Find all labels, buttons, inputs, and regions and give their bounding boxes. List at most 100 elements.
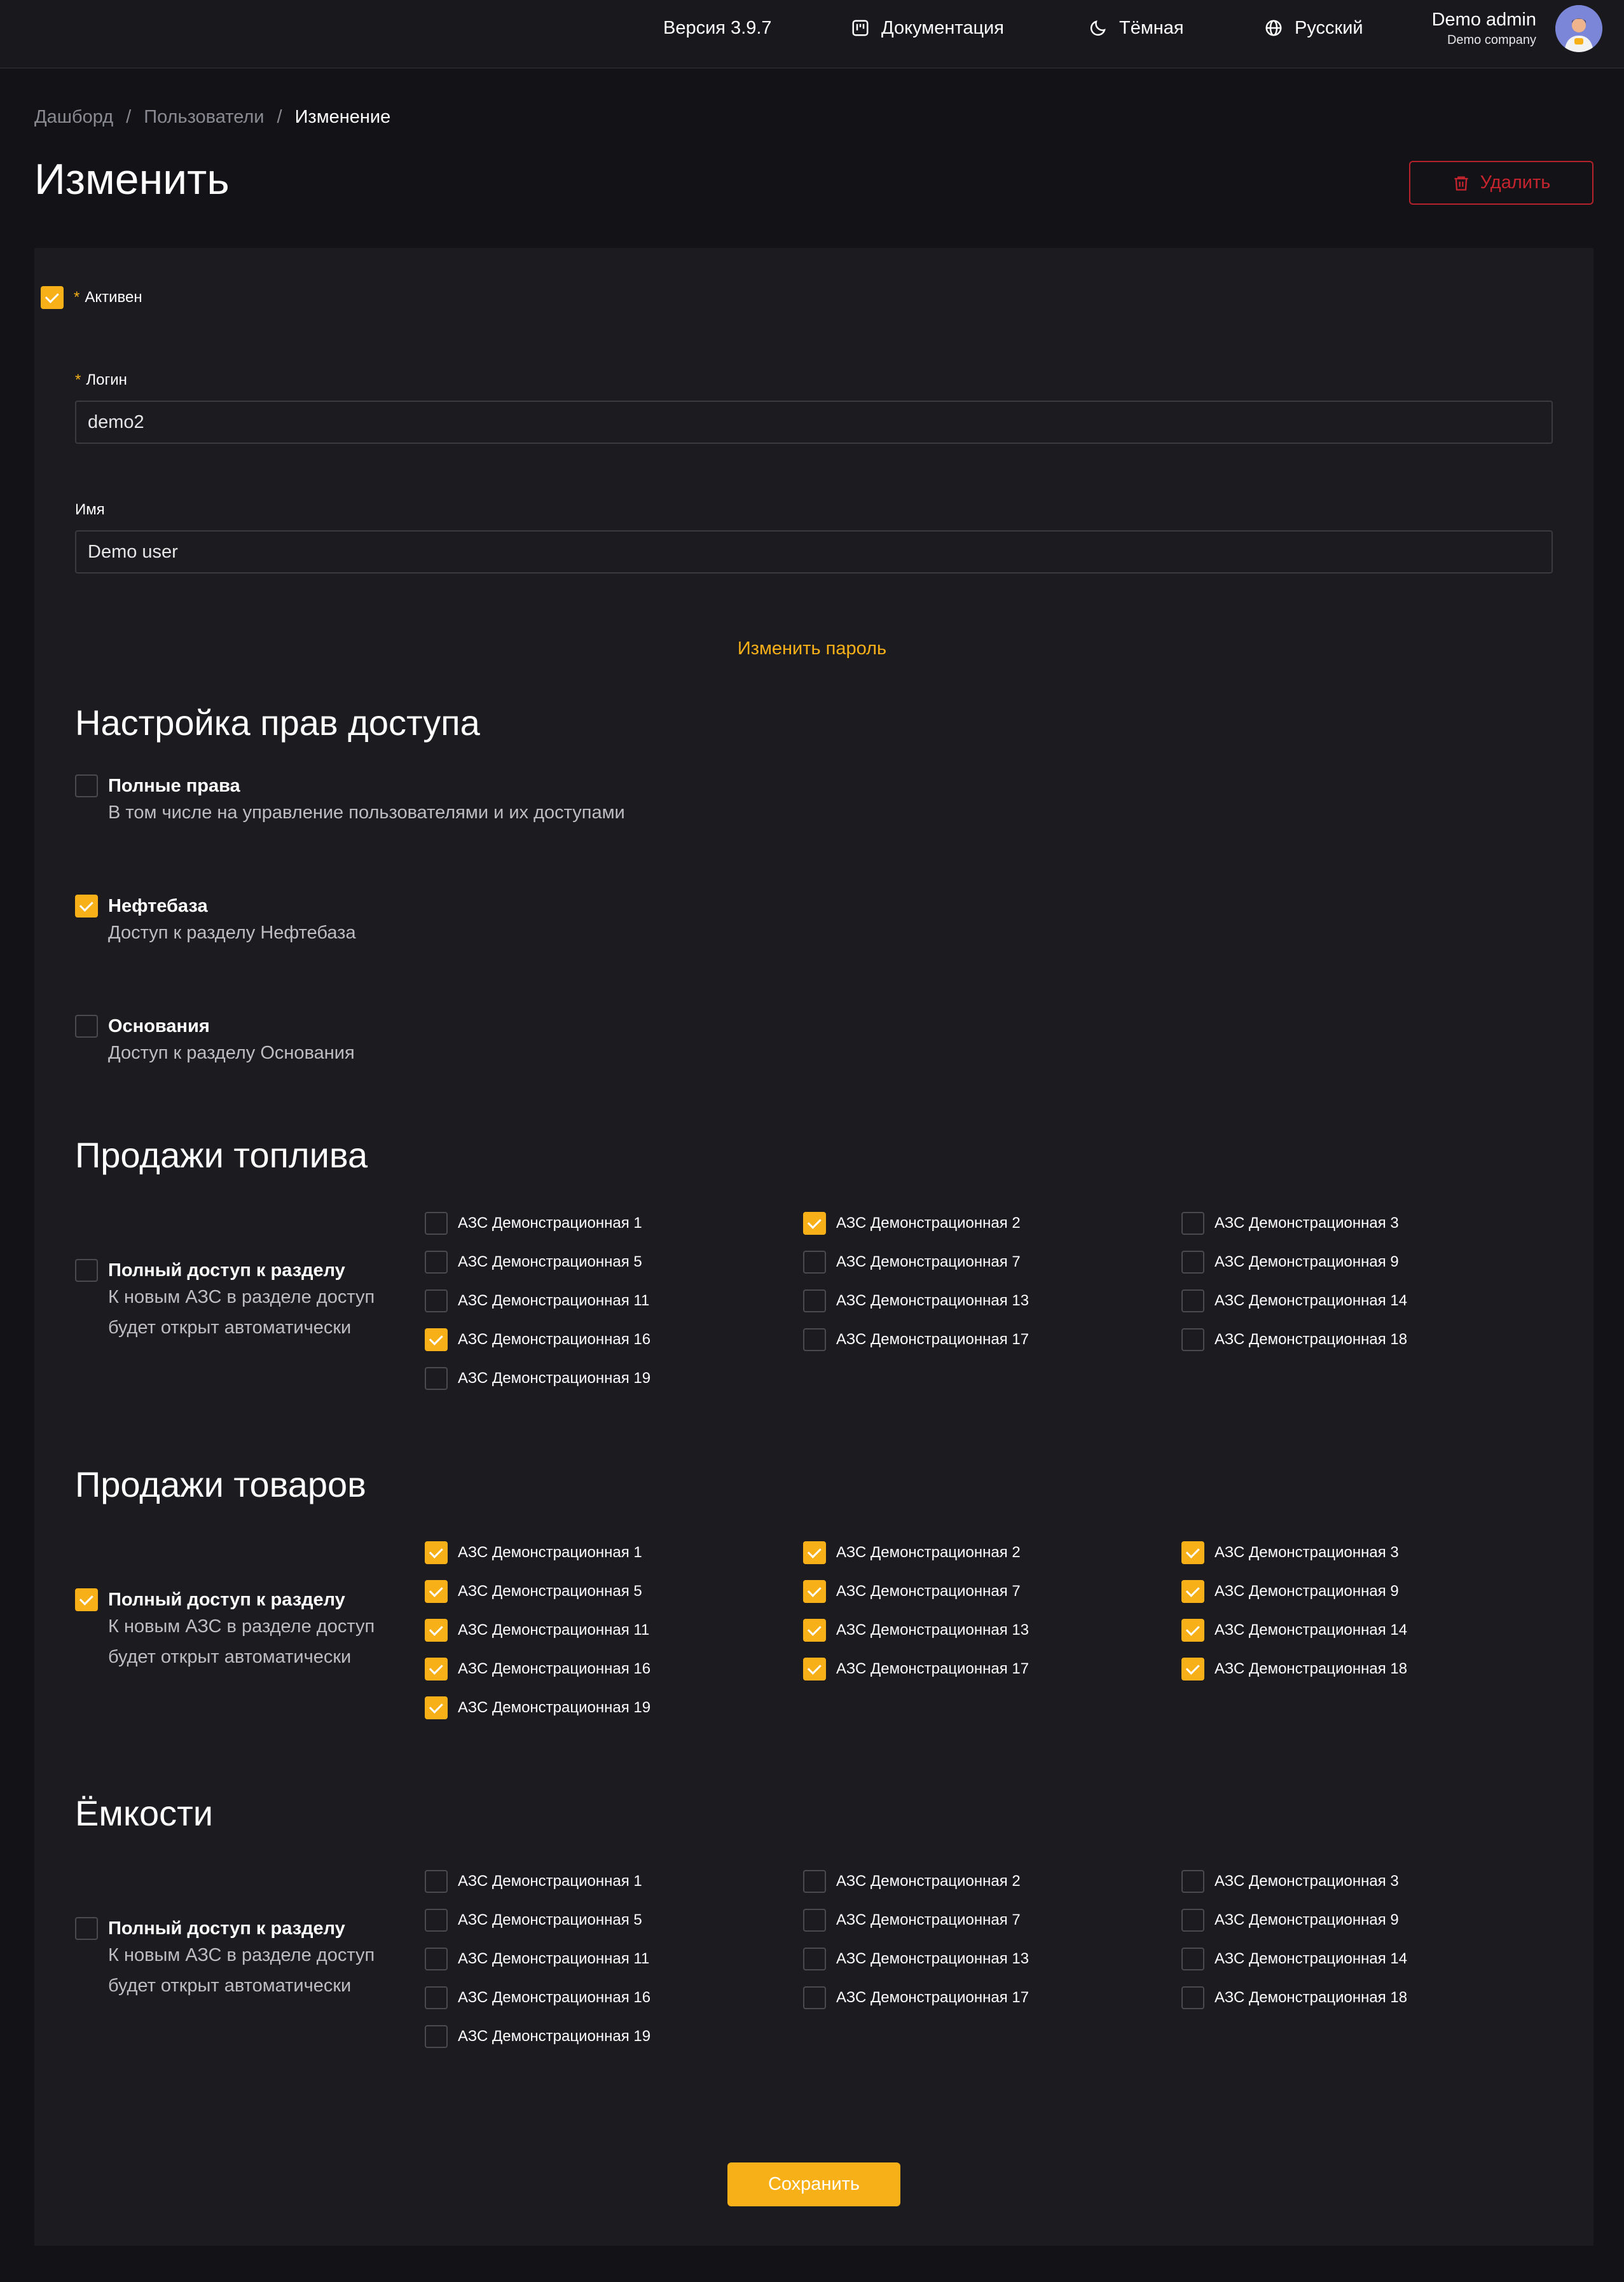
station-checkbox-item[interactable]: АЗС Демонстрационная 5 [425, 1251, 642, 1274]
station-checkbox-item[interactable]: АЗС Демонстрационная 17 [803, 1328, 1029, 1351]
station-checkbox-item[interactable]: АЗС Демонстрационная 16 [425, 1986, 650, 2009]
station-checkbox[interactable] [1181, 1870, 1204, 1893]
station-checkbox-item[interactable]: АЗС Демонстрационная 17 [803, 1986, 1029, 2009]
station-checkbox-item[interactable]: АЗС Демонстрационная 16 [425, 1328, 650, 1351]
full-rights-checkbox[interactable] [75, 774, 98, 797]
station-checkbox[interactable] [1181, 1289, 1204, 1312]
grounds-checkbox[interactable] [75, 1015, 98, 1038]
language-select[interactable]: Русский [1264, 0, 1363, 56]
login-input[interactable] [75, 401, 1553, 444]
station-checkbox-item[interactable]: АЗС Демонстрационная 18 [1181, 1658, 1407, 1681]
station-checkbox-item[interactable]: АЗС Демонстрационная 19 [425, 2025, 650, 2048]
permission-grounds[interactable]: Основания Доступ к разделу Основания [75, 1015, 355, 1068]
full-access-row[interactable]: Полный доступ к разделу К новым АЗС в раз… [75, 1588, 375, 1672]
station-checkbox[interactable] [425, 1289, 448, 1312]
station-checkbox-item[interactable]: АЗС Демонстрационная 13 [803, 1289, 1029, 1312]
station-checkbox-item[interactable]: АЗС Демонстрационная 14 [1181, 1619, 1407, 1642]
full-access-row[interactable]: Полный доступ к разделу К новым АЗС в раз… [75, 1917, 375, 2001]
station-checkbox-item[interactable]: АЗС Демонстрационная 17 [803, 1658, 1029, 1681]
station-checkbox-item[interactable]: АЗС Демонстрационная 7 [803, 1580, 1021, 1603]
station-checkbox[interactable] [1181, 1986, 1204, 2009]
station-checkbox-item[interactable]: АЗС Демонстрационная 19 [425, 1367, 650, 1390]
station-checkbox[interactable] [425, 1251, 448, 1274]
station-checkbox-item[interactable]: АЗС Демонстрационная 2 [803, 1870, 1021, 1893]
station-checkbox-item[interactable]: АЗС Демонстрационная 14 [1181, 1289, 1407, 1312]
station-checkbox[interactable] [803, 1870, 826, 1893]
documentation-link[interactable]: Документация [851, 0, 1004, 56]
station-checkbox-item[interactable]: АЗС Демонстрационная 3 [1181, 1212, 1399, 1235]
avatar[interactable] [1555, 5, 1602, 52]
station-checkbox[interactable] [1181, 1541, 1204, 1564]
station-checkbox-item[interactable]: АЗС Демонстрационная 13 [803, 1619, 1029, 1642]
full-access-checkbox[interactable] [75, 1259, 98, 1282]
station-checkbox[interactable] [803, 1986, 826, 2009]
station-checkbox[interactable] [425, 1619, 448, 1642]
station-checkbox[interactable] [1181, 1328, 1204, 1351]
station-checkbox-item[interactable]: АЗС Демонстрационная 11 [425, 1619, 649, 1642]
station-checkbox-item[interactable]: АЗС Демонстрационная 16 [425, 1658, 650, 1681]
station-checkbox[interactable] [425, 1658, 448, 1681]
station-checkbox[interactable] [425, 1986, 448, 2009]
station-checkbox[interactable] [425, 1870, 448, 1893]
station-checkbox[interactable] [1181, 1212, 1204, 1235]
theme-toggle[interactable]: Тёмная [1089, 0, 1184, 56]
station-checkbox[interactable] [425, 1367, 448, 1390]
station-checkbox-item[interactable]: АЗС Демонстрационная 7 [803, 1909, 1021, 1932]
active-checkbox[interactable] [41, 286, 64, 309]
station-checkbox-item[interactable]: АЗС Демонстрационная 2 [803, 1212, 1021, 1235]
full-access-checkbox[interactable] [75, 1588, 98, 1611]
station-checkbox[interactable] [425, 1580, 448, 1603]
station-checkbox-item[interactable]: АЗС Демонстрационная 13 [803, 1948, 1029, 1970]
station-checkbox[interactable] [803, 1328, 826, 1351]
name-input[interactable] [75, 530, 1553, 574]
station-checkbox-item[interactable]: АЗС Демонстрационная 9 [1181, 1251, 1399, 1274]
full-access-checkbox[interactable] [75, 1917, 98, 1940]
station-checkbox[interactable] [425, 1948, 448, 1970]
station-checkbox[interactable] [803, 1619, 826, 1642]
station-checkbox[interactable] [1181, 1658, 1204, 1681]
station-checkbox[interactable] [1181, 1948, 1204, 1970]
breadcrumb-users[interactable]: Пользователи [144, 107, 264, 128]
station-checkbox-item[interactable]: АЗС Демонстрационная 11 [425, 1289, 649, 1312]
station-checkbox[interactable] [803, 1948, 826, 1970]
station-checkbox[interactable] [1181, 1619, 1204, 1642]
station-checkbox[interactable] [425, 1696, 448, 1719]
station-checkbox[interactable] [1181, 1251, 1204, 1274]
save-button[interactable]: Сохранить [727, 2162, 900, 2206]
station-checkbox-item[interactable]: АЗС Демонстрационная 9 [1181, 1580, 1399, 1603]
user-menu[interactable]: Demo admin Demo company [1432, 5, 1602, 52]
station-checkbox[interactable] [803, 1289, 826, 1312]
station-checkbox-item[interactable]: АЗС Демонстрационная 19 [425, 1696, 650, 1719]
station-checkbox-item[interactable]: АЗС Демонстрационная 3 [1181, 1541, 1399, 1564]
station-checkbox-item[interactable]: АЗС Демонстрационная 9 [1181, 1909, 1399, 1932]
station-checkbox-item[interactable]: АЗС Демонстрационная 5 [425, 1909, 642, 1932]
full-access-row[interactable]: Полный доступ к разделу К новым АЗС в раз… [75, 1259, 375, 1343]
permission-oil-depot[interactable]: Нефтебаза Доступ к разделу Нефтебаза [75, 895, 356, 948]
station-checkbox-item[interactable]: АЗС Демонстрационная 18 [1181, 1328, 1407, 1351]
change-password-link[interactable]: Изменить пароль [0, 638, 1624, 659]
station-checkbox[interactable] [803, 1658, 826, 1681]
station-checkbox[interactable] [1181, 1580, 1204, 1603]
station-checkbox[interactable] [425, 1909, 448, 1932]
station-checkbox-item[interactable]: АЗС Демонстрационная 3 [1181, 1870, 1399, 1893]
station-checkbox-item[interactable]: АЗС Демонстрационная 11 [425, 1948, 649, 1970]
delete-button[interactable]: Удалить [1409, 161, 1593, 205]
station-checkbox[interactable] [425, 1541, 448, 1564]
station-checkbox[interactable] [425, 1212, 448, 1235]
station-checkbox[interactable] [803, 1212, 826, 1235]
oil-depot-checkbox[interactable] [75, 895, 98, 918]
station-checkbox[interactable] [425, 2025, 448, 2048]
station-checkbox-item[interactable]: АЗС Демонстрационная 1 [425, 1870, 642, 1893]
station-checkbox-item[interactable]: АЗС Демонстрационная 1 [425, 1212, 642, 1235]
station-checkbox[interactable] [803, 1251, 826, 1274]
station-checkbox-item[interactable]: АЗС Демонстрационная 1 [425, 1541, 642, 1564]
station-checkbox-item[interactable]: АЗС Демонстрационная 5 [425, 1580, 642, 1603]
station-checkbox[interactable] [1181, 1909, 1204, 1932]
permission-full-rights[interactable]: Полные права В том числе на управление п… [75, 774, 625, 828]
station-checkbox-item[interactable]: АЗС Демонстрационная 2 [803, 1541, 1021, 1564]
station-checkbox[interactable] [425, 1328, 448, 1351]
station-checkbox[interactable] [803, 1909, 826, 1932]
breadcrumb-dashboard[interactable]: Дашборд [34, 107, 113, 128]
station-checkbox[interactable] [803, 1580, 826, 1603]
station-checkbox-item[interactable]: АЗС Демонстрационная 7 [803, 1251, 1021, 1274]
